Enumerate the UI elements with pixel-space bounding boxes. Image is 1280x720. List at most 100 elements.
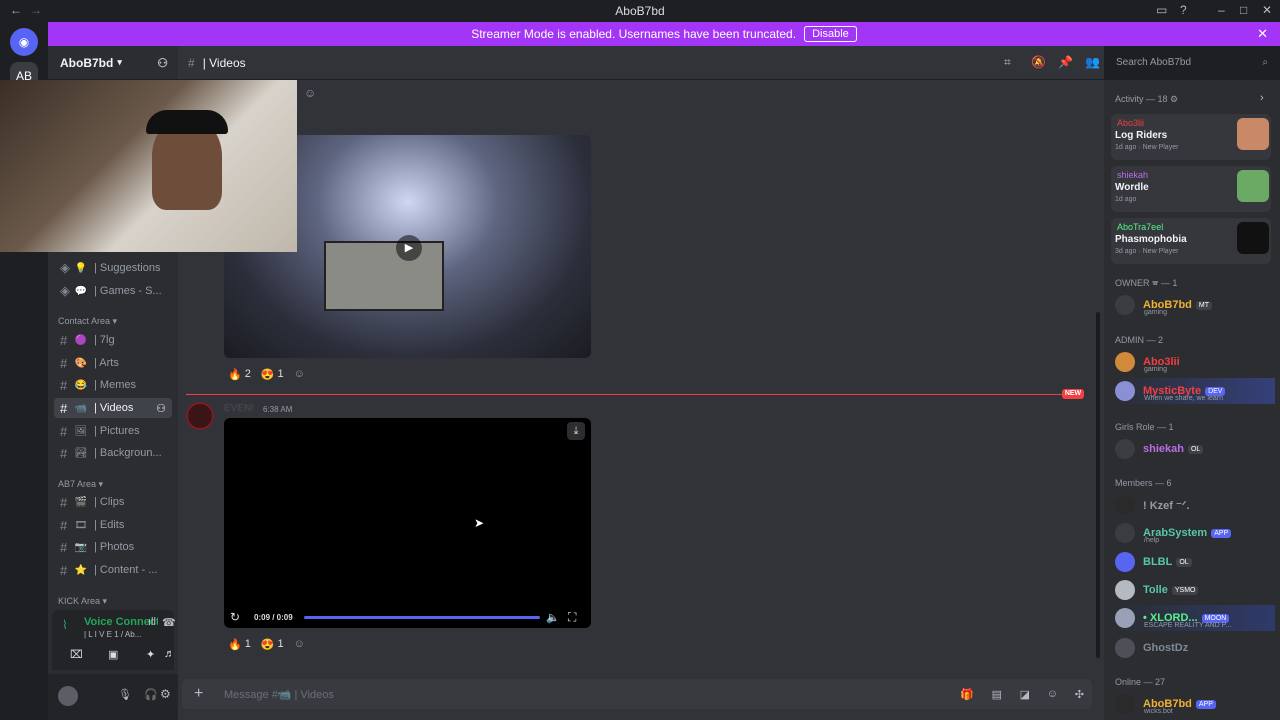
channel-7lg[interactable]: # 🟣 | 7lg <box>54 330 172 350</box>
mic-icon[interactable]: 🎙 <box>118 688 132 701</box>
home-icon[interactable]: ◉ <box>10 28 38 56</box>
plus-icon[interactable]: + <box>194 685 203 703</box>
activity-card[interactable]: AboTra7eel Phasmophobia 3d ago · New Pla… <box>1111 218 1271 264</box>
search-icon: ⌕ <box>1262 56 1268 68</box>
channel-videos[interactable]: # 📹 | Videos ⚇ <box>54 398 172 418</box>
noise-icon[interactable]: ıll <box>148 616 156 628</box>
channel-edits[interactable]: # 🎞 | Edits <box>54 515 172 535</box>
maximize-icon[interactable]: □ <box>1240 3 1247 17</box>
scrollbar[interactable] <box>1096 312 1100 658</box>
category-ab7-area[interactable]: AB7 Area ▾ <box>58 479 103 490</box>
avatar <box>1115 580 1135 600</box>
activity-header[interactable]: Activity — 18 ⚙ <box>1115 94 1178 105</box>
avatar[interactable] <box>58 686 78 706</box>
message-time: 6:38 AM <box>263 405 293 414</box>
channel-memes[interactable]: # 😂 | Memes <box>54 375 172 395</box>
member-item[interactable]: AboB7bd MT gaming <box>1115 292 1275 318</box>
emoji-icon[interactable]: ☺ <box>1047 688 1058 700</box>
avatar[interactable] <box>186 402 214 430</box>
member-item[interactable]: MysticByte DEV When we share, we learn <box>1115 378 1275 404</box>
member-item[interactable]: Abo3lii gaming <box>1115 349 1275 375</box>
channel-games[interactable]: ◈ 💬 | Games - S... <box>54 281 172 301</box>
category-contact-area[interactable]: Contact Area ▾ <box>58 316 117 327</box>
chevron-down-icon: ▾ <box>117 57 122 67</box>
play-icon[interactable]: ▶ <box>396 235 422 261</box>
channel-photos[interactable]: # 📷 | Photos <box>54 537 172 557</box>
message-author[interactable]: EVEN! <box>224 403 254 414</box>
fullscreen-icon[interactable]: ⛶ <box>568 610 576 625</box>
members-icon[interactable]: 👥 <box>1085 55 1100 69</box>
channel-backgrounds[interactable]: # 🏞 | Backgroun... <box>54 443 172 463</box>
add-reaction-icon[interactable]: ☺ <box>304 86 316 100</box>
video-progress[interactable] <box>304 616 540 619</box>
channel-content[interactable]: # ⭐ | Content - ... <box>54 560 172 580</box>
avatar <box>1115 381 1135 401</box>
minimize-icon[interactable]: – <box>1218 3 1225 17</box>
video-player[interactable]: ⤓ ↻ 0:09 / 0:09 🔈 ⛶ <box>224 418 591 628</box>
banner-text: Streamer Mode is enabled. Usernames have… <box>471 27 797 41</box>
sticker-icon[interactable]: ◪ <box>1020 688 1030 701</box>
add-reaction-icon[interactable]: ☺ <box>294 638 305 650</box>
threads-icon[interactable]: ⌗ <box>1004 55 1011 70</box>
channel-clips[interactable]: # 🎬 | Clips <box>54 492 172 512</box>
activity-card[interactable]: Abo3lii Log Riders 1d ago · New Player <box>1111 114 1271 160</box>
close-window-icon[interactable]: ✕ <box>1262 3 1272 17</box>
category-kick-area[interactable]: KICK Area ▾ <box>58 596 107 607</box>
member-item[interactable]: shiekah OL <box>1115 436 1275 462</box>
pin-icon[interactable]: 📌 <box>1058 55 1073 69</box>
reaction-fire[interactable]: 🔥 1 <box>228 638 251 651</box>
member-item[interactable]: ArabSystem APP /help <box>1115 520 1275 546</box>
voice-status[interactable]: Voice Connected <box>84 616 158 628</box>
notifications-icon[interactable]: 🔕 <box>1031 55 1046 69</box>
member-item[interactable]: AboB7bd APP wicks.bot <box>1115 691 1275 717</box>
headphones-icon[interactable]: 🎧 <box>144 688 158 701</box>
server-header[interactable]: AboB7bd ▾ ⚇ <box>48 46 178 80</box>
video-time: 0:09 / 0:09 <box>254 613 293 622</box>
reaction-heart-eyes[interactable]: 😍 1 <box>261 368 284 381</box>
channel-suggestions[interactable]: ◈ 💡 | Suggestions <box>54 258 172 278</box>
gear-icon[interactable]: ⚙ <box>160 687 171 701</box>
gift-icon[interactable]: 🎁 <box>960 688 974 701</box>
avatar <box>1115 352 1135 372</box>
member-item[interactable]: GhostDz <box>1115 635 1275 661</box>
replay-icon[interactable]: ↻ <box>230 610 240 624</box>
close-icon[interactable]: ✕ <box>1257 26 1268 42</box>
help-icon[interactable]: ? <box>1180 3 1187 17</box>
reaction-fire[interactable]: 🔥 2 <box>228 368 251 381</box>
member-item[interactable]: ! Kzef ⁻ᐟ. <box>1115 492 1275 518</box>
invite-icon[interactable]: ⚇ <box>156 402 166 415</box>
reactions-row: 🔥 2 😍 1 ☺ <box>228 364 305 384</box>
reaction-heart-eyes[interactable]: 😍 1 <box>261 638 284 651</box>
disconnect-icon[interactable]: ☎ <box>162 616 176 629</box>
camera-off-icon[interactable]: ⌧ <box>70 648 83 661</box>
invite-icon[interactable]: ⚇ <box>157 56 168 70</box>
avatar <box>1115 439 1135 459</box>
activity-icon[interactable]: ✦ <box>146 648 155 661</box>
volume-icon[interactable]: 🔈 <box>546 611 560 624</box>
message-input[interactable]: + Message #📹 | Videos 🎁 ▤ ◪ ☺ ✣ <box>182 679 1092 709</box>
inbox-icon[interactable]: ▭ <box>1156 3 1167 17</box>
channel-pictures[interactable]: # 🖼 | Pictures <box>54 421 172 441</box>
server-name: AboB7bd <box>60 55 114 70</box>
channel-arts[interactable]: # 🎨 | Arts <box>54 353 172 373</box>
download-icon[interactable]: ⤓ <box>567 422 585 440</box>
avatar <box>1115 694 1135 714</box>
member-item[interactable]: • XLORD... MOON ESCAPE REALITY AND P... <box>1115 605 1275 631</box>
member-item[interactable]: BLBL OL <box>1115 549 1275 575</box>
disable-button[interactable]: Disable <box>804 26 857 42</box>
voice-channel[interactable]: | L I V E 1 / Ab... <box>84 630 141 639</box>
apps-icon[interactable]: ✣ <box>1075 688 1084 701</box>
search-input[interactable]: Search AboB7bd ⌕ <box>1110 52 1274 72</box>
avatar <box>1115 523 1135 543</box>
hash-icon: # <box>60 445 68 461</box>
activity-card[interactable]: shiekah Wordle 1d ago <box>1111 166 1271 212</box>
soundboard-icon[interactable]: ♬ <box>164 648 175 660</box>
gif-icon[interactable]: ▤ <box>992 688 1002 701</box>
window-titlebar: ← → AboB7bd ▭ ? – □ ✕ <box>0 0 1280 22</box>
avatar <box>1115 552 1135 572</box>
member-item[interactable]: Tolle YSMO <box>1115 577 1275 603</box>
chevron-right-icon[interactable]: › <box>1260 92 1264 104</box>
add-reaction-icon[interactable]: ☺ <box>294 368 305 380</box>
screen-share-icon[interactable]: ▣ <box>108 648 118 661</box>
game-thumbnail <box>1237 170 1269 202</box>
